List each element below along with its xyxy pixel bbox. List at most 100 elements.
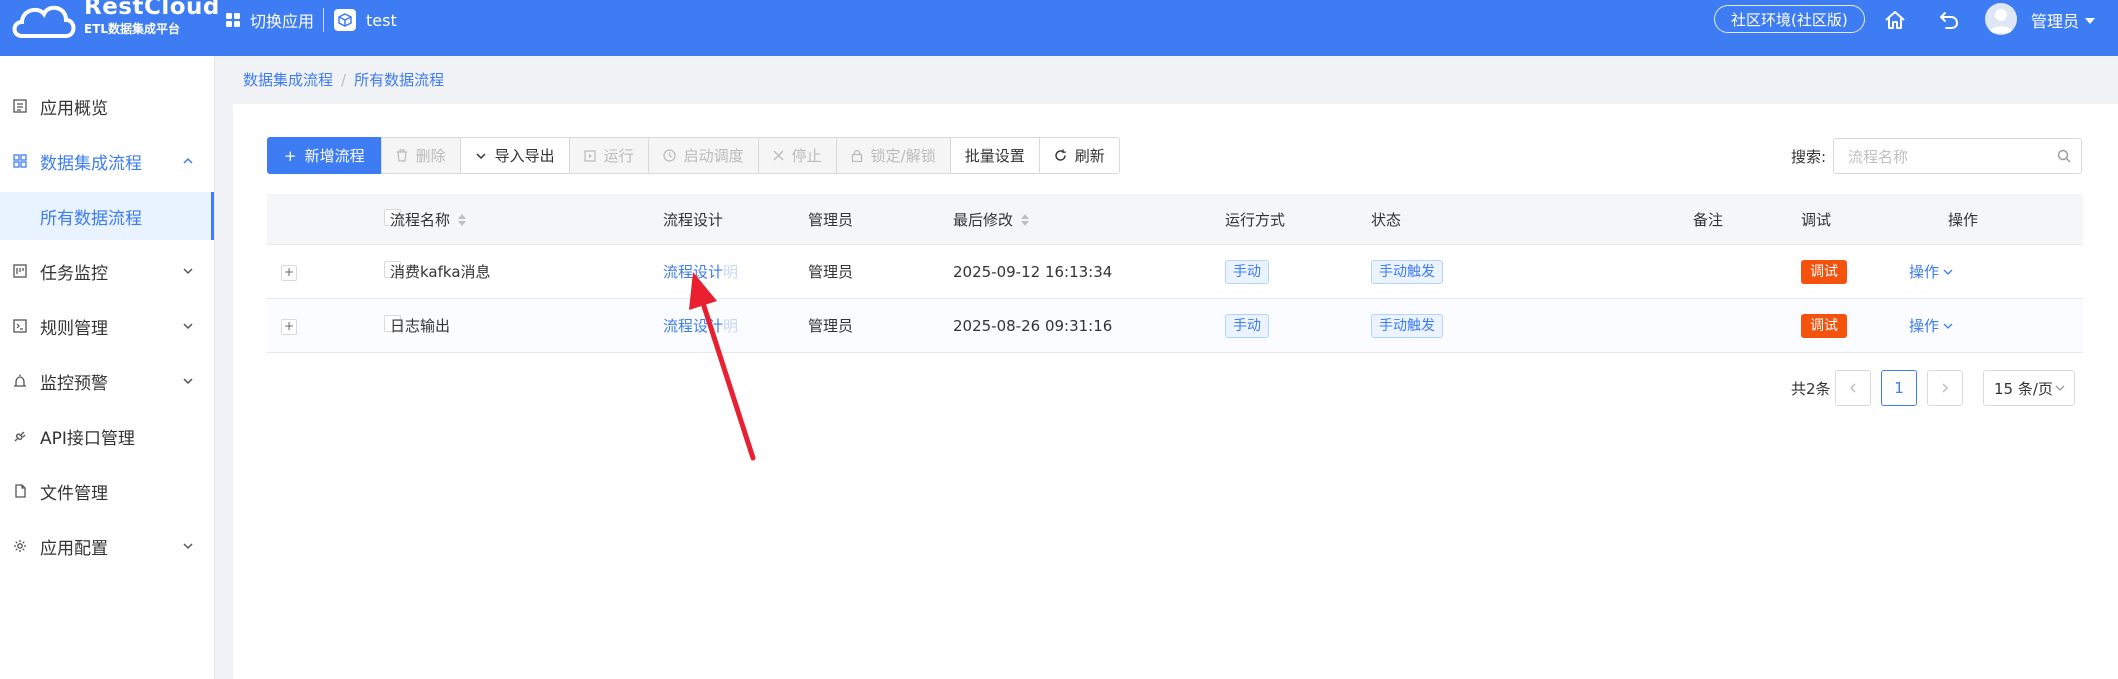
actions-label: 操作	[1909, 263, 1940, 281]
flow-note	[1693, 244, 1801, 299]
sidebar-item-data-integration[interactable]: 数据集成流程	[0, 137, 214, 185]
delete-button[interactable]: 删除	[380, 137, 461, 174]
new-flow-label: 新增流程	[304, 147, 365, 165]
flow-design-link[interactable]: 流程设计	[663, 317, 723, 335]
stop-button[interactable]: 停止	[757, 137, 837, 174]
sidebar-item-label: 监控预警	[40, 373, 108, 394]
prev-page-button[interactable]	[1835, 370, 1871, 406]
actions-dropdown[interactable]: 操作	[1909, 261, 1953, 282]
flow-design-link[interactable]: 流程设计	[663, 263, 723, 281]
sort-icon[interactable]	[1021, 214, 1030, 226]
select-column-header	[314, 194, 401, 245]
sidebar-item-rule-management[interactable]: 规则管理	[0, 302, 214, 350]
top-navigation-bar: RestCloud ETL数据集成平台 切换应用 test 社区环境(社区版) …	[0, 0, 2118, 56]
actions-dropdown[interactable]: 操作	[1909, 315, 1953, 336]
column-header-run-mode: 运行方式	[1225, 194, 1371, 245]
plug-icon	[12, 428, 28, 444]
sidebar-item-label: 任务监控	[40, 263, 108, 284]
sidebar-item-alerts[interactable]: 监控预警	[0, 357, 214, 405]
refresh-button[interactable]: 刷新	[1038, 137, 1120, 174]
batch-settings-button[interactable]: 批量设置	[949, 137, 1040, 174]
column-header-debug: 调试	[1801, 194, 2083, 245]
sidebar-item-all-flows[interactable]: 所有数据流程	[0, 192, 214, 240]
sidebar-item-app-config[interactable]: 应用配置	[0, 522, 214, 570]
sidebar-item-label: 应用配置	[40, 538, 108, 559]
sidebar-item-label: 规则管理	[40, 318, 108, 339]
column-header-modified[interactable]: 最后修改	[953, 194, 1225, 245]
file-icon	[12, 483, 28, 499]
user-name[interactable]: 管理员	[2031, 0, 2079, 40]
app-cube-icon	[334, 9, 356, 31]
flow-name: 日志输出	[390, 298, 663, 353]
chevron-down-icon	[1943, 269, 1953, 275]
expand-row-button[interactable]: +	[281, 265, 297, 281]
breadcrumb: 数据集成流程 / 所有数据流程	[243, 69, 444, 90]
sidebar-item-task-monitor[interactable]: 任务监控	[0, 247, 214, 295]
status-tag: 手动触发	[1371, 313, 1443, 338]
sidebar-item-app-overview[interactable]: 应用概览	[0, 82, 214, 130]
column-header-name[interactable]: 流程名称	[390, 194, 663, 245]
sidebar-item-label: 文件管理	[40, 483, 108, 504]
caret-down-icon[interactable]	[2085, 18, 2095, 24]
sort-icon[interactable]	[458, 214, 467, 226]
page-size-value: 15 条/页	[1994, 379, 2053, 398]
refresh-label: 刷新	[1074, 147, 1105, 165]
breadcrumb-item-all-flows[interactable]: 所有数据流程	[354, 71, 444, 89]
flow-design-extra[interactable]: 明	[723, 317, 738, 335]
user-avatar-icon[interactable]	[1985, 3, 2017, 35]
search-icon[interactable]	[2057, 149, 2071, 163]
new-flow-button[interactable]: + 新增流程	[267, 137, 382, 174]
import-export-button[interactable]: 导入导出	[459, 137, 570, 174]
flow-design-extra[interactable]: 明	[723, 263, 738, 281]
actions-label: 操作	[1909, 317, 1940, 335]
chevron-down-icon	[183, 543, 193, 550]
chevron-down-icon	[476, 152, 486, 159]
next-page-button[interactable]	[1927, 370, 1963, 406]
switch-app-button[interactable]: 切换应用	[226, 0, 314, 40]
run-button[interactable]: 运行	[568, 137, 649, 174]
chevron-up-icon	[183, 157, 193, 164]
breadcrumb-separator: /	[341, 71, 347, 89]
sidebar-item-api-management[interactable]: API接口管理	[0, 412, 214, 460]
run-mode-tag: 手动	[1225, 313, 1269, 338]
stop-label: 停止	[791, 147, 822, 165]
current-app-label: test	[366, 10, 397, 30]
start-schedule-label: 启动调度	[683, 147, 744, 165]
environment-badge[interactable]: 社区环境(社区版)	[1714, 5, 1865, 33]
grid-icon	[12, 153, 28, 169]
clock-icon	[663, 149, 676, 162]
back-arrow-icon[interactable]	[1935, 6, 1963, 34]
column-header-label: 最后修改	[953, 210, 1014, 229]
home-icon[interactable]	[1881, 6, 1909, 34]
lock-unlock-label: 锁定/解锁	[870, 147, 936, 165]
sidebar-item-label: 数据集成流程	[40, 153, 142, 174]
start-schedule-button[interactable]: 启动调度	[647, 137, 759, 174]
play-icon	[584, 149, 596, 162]
chevron-down-icon	[2055, 385, 2065, 391]
column-header-label: 调试	[1801, 210, 1832, 229]
lock-unlock-button[interactable]: 锁定/解锁	[835, 137, 951, 174]
column-header-label: 流程名称	[390, 210, 451, 229]
breadcrumb-item-data-integration[interactable]: 数据集成流程	[243, 71, 333, 89]
logo-name: RestCloud	[84, 0, 220, 20]
flow-admin: 管理员	[808, 298, 953, 353]
sidebar-item-file-management[interactable]: 文件管理	[0, 467, 214, 515]
column-header-actions: 操作	[1948, 211, 1979, 229]
expand-row-button[interactable]: +	[281, 319, 297, 335]
sidebar-item-label: 应用概览	[40, 98, 108, 119]
flow-note	[1693, 298, 1801, 353]
flow-name: 消费kafka消息	[390, 244, 663, 299]
page-button-current[interactable]: 1	[1881, 370, 1917, 406]
close-icon	[773, 150, 784, 161]
refresh-icon	[1055, 149, 1066, 161]
trash-icon	[396, 149, 407, 162]
search-input[interactable]	[1846, 146, 2050, 168]
debug-button[interactable]: 调试	[1801, 313, 1847, 338]
chevron-down-icon	[183, 323, 193, 330]
debug-button[interactable]: 调试	[1801, 259, 1847, 284]
apps-grid-icon	[226, 13, 240, 27]
column-header-note: 备注	[1693, 194, 1801, 245]
terminal-icon	[12, 318, 28, 334]
page-size-select[interactable]: 15 条/页	[1983, 370, 2075, 406]
current-app-button[interactable]: test	[334, 0, 397, 40]
